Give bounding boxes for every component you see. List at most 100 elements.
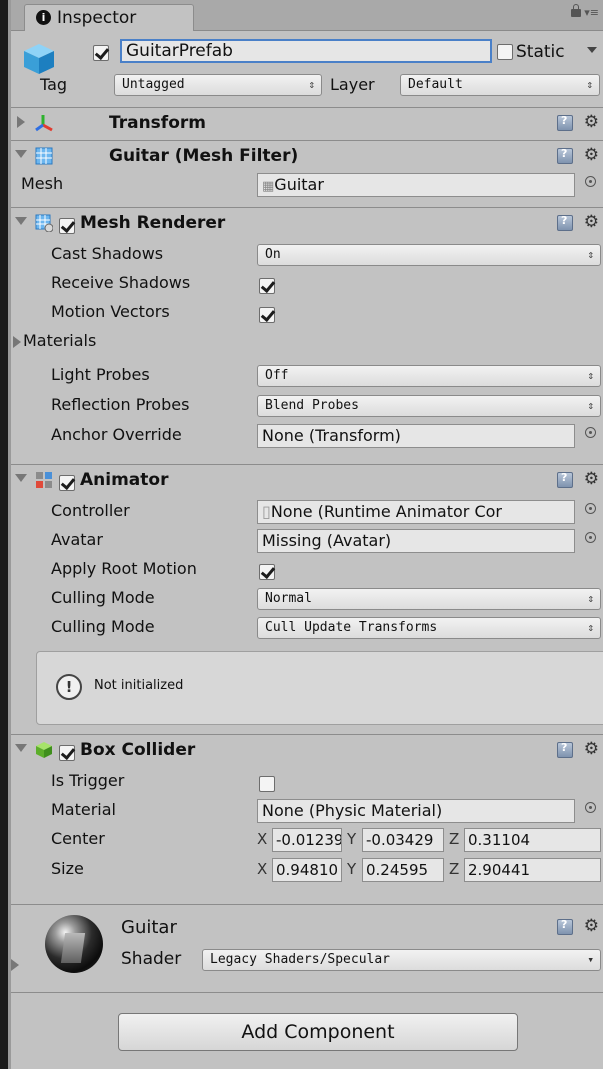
shader-value: Legacy Shaders/Specular [210, 952, 391, 967]
help-box: ! Not initialized [36, 651, 603, 725]
light-probes-dropdown[interactable]: Off ⇕ [257, 365, 601, 387]
tab-inspector[interactable]: i Inspector [24, 4, 194, 31]
enabled-checkbox[interactable] [59, 474, 75, 491]
help-book-icon[interactable] [557, 214, 573, 231]
enabled-checkbox[interactable] [59, 217, 75, 234]
component-header[interactable]: Guitar (Mesh Filter) ⚙ [11, 141, 603, 171]
object-picker-icon[interactable] [585, 427, 596, 438]
shader-dropdown[interactable]: Legacy Shaders/Specular ▾ [202, 949, 601, 971]
object-name-field[interactable]: GuitarPrefab [120, 39, 492, 63]
cast-shadows-value: On [265, 247, 281, 262]
size-vector: X 0.94810 Y 0.24595 Z 2.90441 [257, 858, 603, 882]
culling-mode-value-2: Cull Update Transforms [265, 620, 438, 635]
active-checkbox[interactable] [93, 44, 109, 61]
inspector-panel: i Inspector ▾≡ GuitarPrefab Static Tag U… [11, 0, 603, 1069]
apply-root-motion-row: Apply Root Motion [11, 557, 603, 583]
center-y-field[interactable]: -0.03429 [362, 828, 444, 852]
mesh-renderer-component: Mesh Renderer ⚙ Cast Shadows On ⇕ Receive… [11, 207, 603, 463]
apply-root-motion-toggle[interactable] [259, 561, 275, 580]
help-book-icon[interactable] [557, 147, 573, 164]
component-header[interactable]: Box Collider ⚙ [11, 735, 603, 765]
gear-icon[interactable]: ⚙ [584, 916, 599, 936]
motion-vectors-toggle[interactable] [259, 304, 275, 323]
gear-icon[interactable]: ⚙ [584, 212, 599, 232]
is-trigger-row: Is Trigger [11, 769, 603, 795]
gear-icon[interactable]: ⚙ [584, 112, 599, 132]
is-trigger-checkbox[interactable] [259, 775, 275, 792]
foldout-arrow-icon[interactable] [15, 474, 27, 482]
object-picker-icon[interactable] [585, 532, 596, 543]
help-book-icon[interactable] [557, 918, 573, 935]
gear-icon[interactable]: ⚙ [584, 739, 599, 759]
help-book-icon[interactable] [557, 471, 573, 488]
foldout-arrow-icon[interactable] [15, 150, 27, 158]
motion-vectors-label: Motion Vectors [51, 302, 170, 321]
dropdown-arrow-icon: ⇕ [587, 369, 594, 382]
foldout-arrow-icon[interactable] [17, 116, 25, 128]
culling-mode-dropdown-2[interactable]: Cull Update Transforms ⇕ [257, 617, 601, 639]
center-x-field[interactable]: -0.01239 [272, 828, 342, 852]
size-y-field[interactable]: 0.24595 [362, 858, 444, 882]
component-enabled-toggle[interactable] [59, 472, 75, 491]
component-header[interactable]: Animator ⚙ [11, 465, 603, 495]
lock-icon[interactable] [571, 4, 581, 17]
mesh-value: Guitar [274, 175, 324, 194]
material-foldout-icon[interactable] [11, 959, 19, 971]
tag-dropdown[interactable]: Untagged ⇕ [114, 74, 322, 96]
materials-row[interactable]: Materials [11, 329, 603, 355]
gear-icon[interactable]: ⚙ [584, 145, 599, 165]
receive-shadows-toggle[interactable] [259, 275, 275, 294]
document-icon: ▯ [262, 502, 271, 521]
axis-y-label: Y [347, 830, 357, 848]
avatar-field[interactable]: Missing (Avatar) [257, 529, 575, 553]
static-toggle[interactable]: Static [497, 42, 565, 62]
cast-shadows-dropdown[interactable]: On ⇕ [257, 244, 601, 266]
object-picker-icon[interactable] [585, 503, 596, 514]
culling-mode-dropdown[interactable]: Normal ⇕ [257, 588, 601, 610]
help-book-icon[interactable] [557, 741, 573, 758]
reflection-probes-row: Reflection Probes Blend Probes ⇕ [11, 393, 603, 419]
static-dropdown-arrow[interactable] [587, 47, 597, 53]
component-enabled-toggle[interactable] [59, 742, 75, 761]
context-menu-icon[interactable]: ▾≡ [584, 6, 599, 19]
enabled-checkbox[interactable] [59, 744, 75, 761]
component-enabled-toggle[interactable] [59, 215, 75, 234]
gear-icon[interactable]: ⚙ [584, 469, 599, 489]
anchor-override-field[interactable]: None (Transform) [257, 424, 575, 448]
light-probes-label: Light Probes [51, 365, 150, 384]
layer-dropdown[interactable]: Default ⇕ [400, 74, 600, 96]
controller-value: None (Runtime Animator Cor [270, 502, 502, 521]
culling-mode-label: Culling Mode [51, 588, 155, 607]
foldout-arrow-icon[interactable] [15, 217, 27, 225]
help-book-icon[interactable] [557, 114, 573, 131]
receive-shadows-label: Receive Shadows [51, 273, 191, 292]
mesh-field[interactable]: ▦Guitar [257, 173, 575, 197]
object-picker-icon[interactable] [585, 176, 596, 187]
component-header[interactable]: Mesh Renderer ⚙ [11, 208, 603, 238]
dropdown-arrow-icon: ⇕ [586, 78, 593, 91]
mesh-filter-grid-icon [35, 147, 53, 165]
layer-label: Layer [330, 75, 375, 94]
size-z-field[interactable]: 2.90441 [464, 858, 601, 882]
object-picker-icon[interactable] [585, 802, 596, 813]
controller-field[interactable]: ▯None (Runtime Animator Cor [257, 500, 575, 524]
avatar-row: Avatar Missing (Avatar) [11, 528, 603, 554]
transform-axes-icon [35, 115, 53, 132]
anchor-override-row: Anchor Override None (Transform) [11, 423, 603, 449]
materials-foldout-icon[interactable] [13, 336, 21, 348]
component-title: Animator [80, 470, 169, 490]
reflection-probes-dropdown[interactable]: Blend Probes ⇕ [257, 395, 601, 417]
collider-material-field[interactable]: None (Physic Material) [257, 799, 575, 823]
size-x-field[interactable]: 0.94810 [272, 858, 342, 882]
center-z-field[interactable]: 0.31104 [464, 828, 601, 852]
static-checkbox[interactable] [497, 44, 513, 60]
object-active-toggle[interactable] [93, 42, 109, 61]
apply-root-motion-checkbox[interactable] [259, 563, 275, 580]
is-trigger-toggle[interactable] [259, 773, 275, 792]
receive-shadows-checkbox[interactable] [259, 277, 275, 294]
component-header[interactable]: Transform ⚙ [11, 108, 603, 138]
motion-vectors-checkbox[interactable] [259, 306, 275, 323]
center-label: Center [51, 829, 105, 848]
foldout-arrow-icon[interactable] [15, 744, 27, 752]
add-component-button[interactable]: Add Component [118, 1013, 518, 1051]
